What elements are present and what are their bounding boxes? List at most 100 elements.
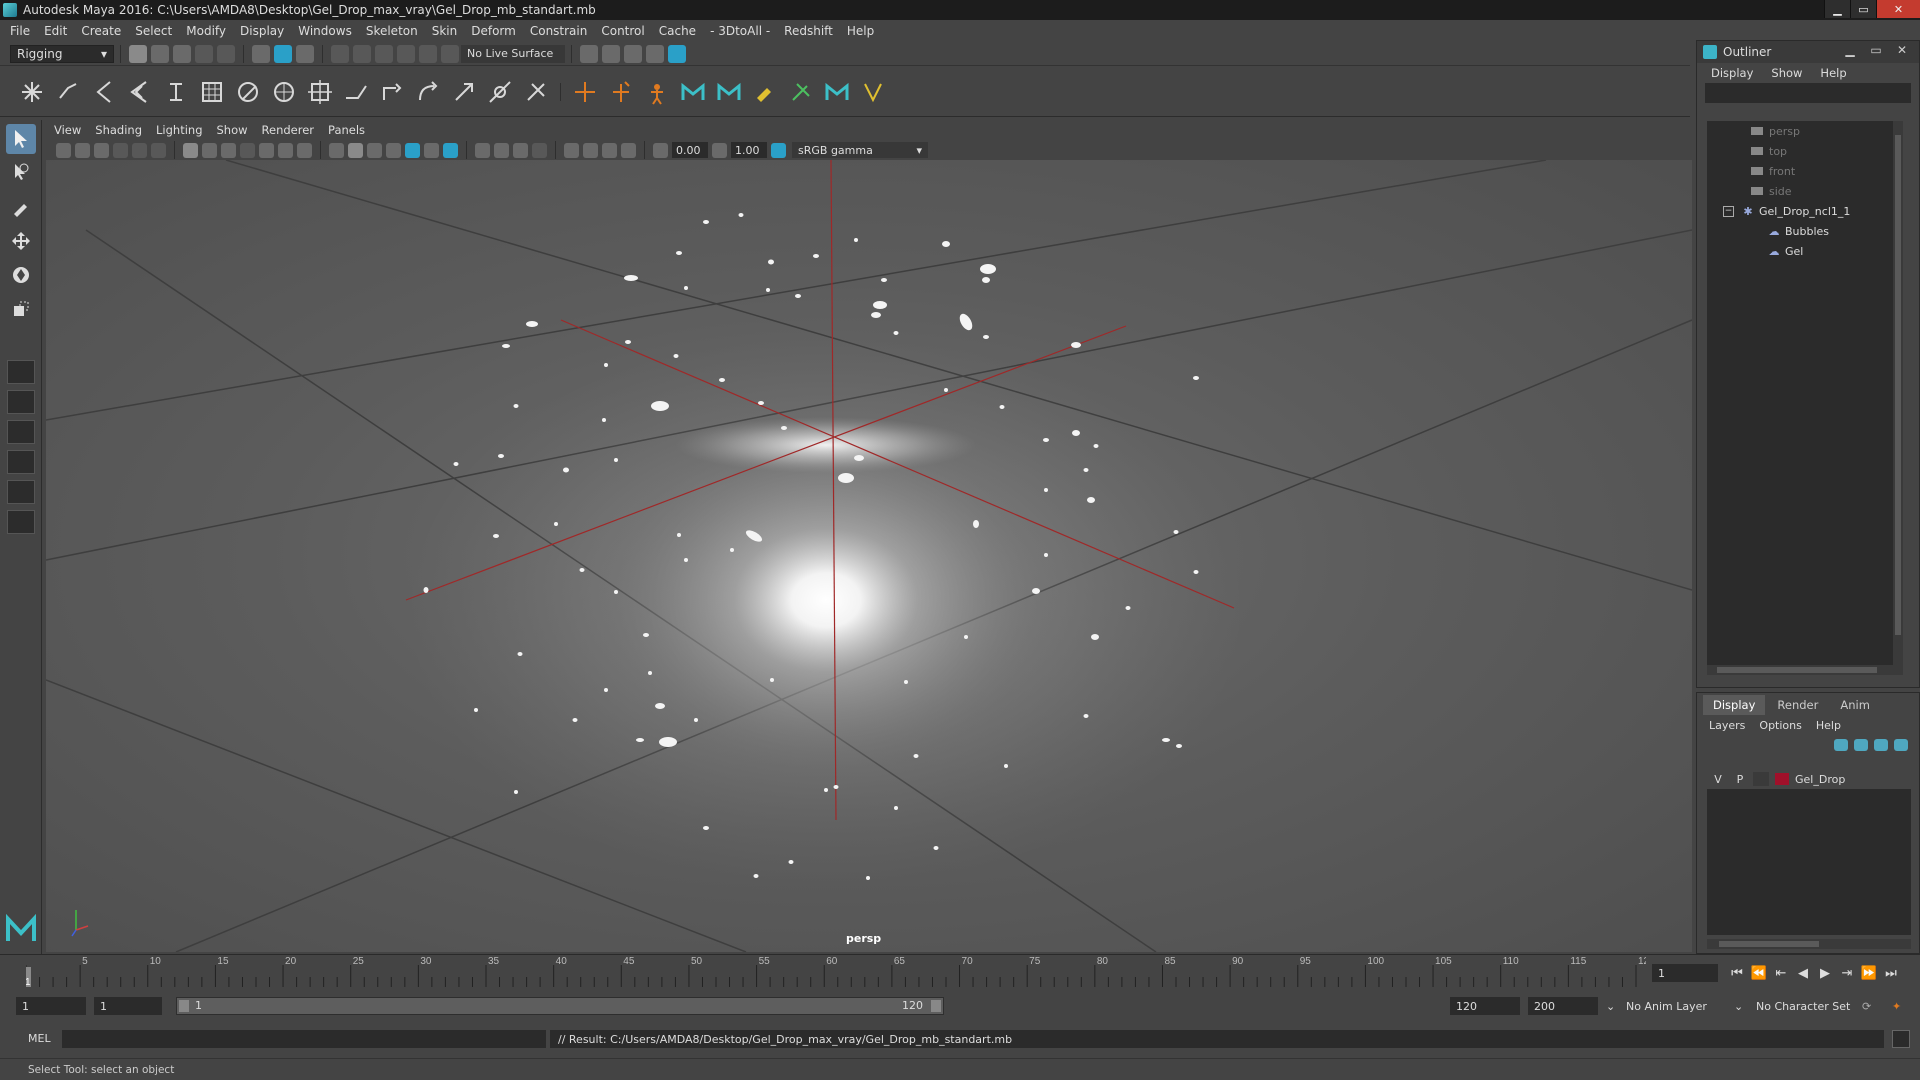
ambient-occlusion-icon[interactable] [443, 142, 458, 158]
outliner-horizontal-scrollbar[interactable] [1707, 665, 1903, 675]
select-tool-icon[interactable] [6, 124, 36, 154]
live-surface-field[interactable]: No Live Surface [461, 44, 565, 63]
film-gate-icon[interactable] [202, 142, 217, 158]
persp-outliner-layout[interactable] [7, 420, 35, 444]
gate-mask-icon[interactable] [240, 142, 255, 158]
menu-control[interactable]: Control [601, 24, 644, 38]
snap-live-icon[interactable] [441, 44, 459, 63]
bookmark-icon[interactable] [94, 142, 109, 158]
humanik-icon[interactable] [162, 78, 190, 106]
select-object-icon[interactable] [274, 44, 292, 63]
undo-icon[interactable] [195, 44, 213, 63]
outliner-vertical-scrollbar[interactable] [1893, 121, 1903, 665]
ipr-render-icon[interactable] [624, 44, 642, 63]
play-forwards-button[interactable]: ▶ [1814, 966, 1836, 981]
menu-create[interactable]: Create [81, 24, 121, 38]
snap-curve-icon[interactable] [353, 44, 371, 63]
outliner-menu-show[interactable]: Show [1771, 66, 1802, 80]
layer-horizontal-scrollbar[interactable] [1707, 939, 1911, 949]
redo-icon[interactable] [217, 44, 235, 63]
safe-action-icon[interactable] [278, 142, 293, 158]
image-plane-icon[interactable] [113, 142, 128, 158]
script-language-toggle[interactable]: MEL [28, 1032, 51, 1045]
panel-menu-shading[interactable]: Shading [95, 123, 142, 137]
wireframe-on-shaded-icon[interactable] [367, 142, 382, 158]
smooth-shade-icon[interactable] [348, 142, 363, 158]
use-all-lights-icon[interactable] [405, 142, 420, 158]
command-input[interactable] [62, 1030, 546, 1048]
render-frame-icon[interactable] [602, 44, 620, 63]
aim-constraint-icon[interactable] [486, 78, 514, 106]
scrollbar-thumb[interactable] [1895, 135, 1901, 635]
step-forward-key-button[interactable]: ⏩ [1858, 966, 1880, 981]
outliner-item-gel-drop-group[interactable]: − ✱ Gel_Drop_ncl1_1 [1707, 201, 1903, 221]
close-button[interactable]: ✕ [1876, 0, 1920, 18]
lasso-tool-icon[interactable] [6, 158, 36, 188]
joint-tool-icon[interactable] [18, 78, 46, 106]
playback-start-field[interactable]: 1 [94, 997, 162, 1015]
render-view-icon[interactable] [646, 44, 664, 63]
redshift-light-icon[interactable] [715, 78, 743, 106]
select-component-icon[interactable] [296, 44, 314, 63]
anim-layer-chevron-icon[interactable]: ⌄ [1606, 997, 1615, 1015]
move-layer-up-icon[interactable] [1834, 739, 1848, 751]
grease-pencil-icon[interactable] [151, 142, 166, 158]
auto-key-icon[interactable]: ⟳ [1862, 997, 1871, 1015]
layer-menu-layers[interactable]: Layers [1709, 719, 1745, 732]
step-back-key-button[interactable]: ⏪ [1748, 966, 1770, 981]
new-scene-icon[interactable] [129, 44, 147, 63]
ik-handle-icon[interactable] [54, 78, 82, 106]
character-set-dropdown[interactable]: No Character Set [1756, 997, 1850, 1015]
save-scene-icon[interactable] [173, 44, 191, 63]
safe-title-icon[interactable] [297, 142, 312, 158]
range-end-handle[interactable] [931, 1000, 941, 1012]
persp-graph-layout[interactable] [7, 450, 35, 474]
outliner-filter-field[interactable] [1705, 83, 1911, 103]
layer-display-type-toggle[interactable] [1753, 772, 1769, 786]
maximize-button[interactable]: ▭ [1850, 0, 1876, 18]
blend-shape-icon[interactable] [270, 78, 298, 106]
step-back-frame-button[interactable]: ⇤ [1770, 966, 1792, 981]
create-empty-layer-icon[interactable] [1874, 739, 1888, 751]
menu-windows[interactable]: Windows [298, 24, 352, 38]
tab-display[interactable]: Display [1703, 695, 1766, 715]
xray-joints-icon[interactable] [583, 142, 598, 158]
create-layer-from-selected-icon[interactable] [1894, 739, 1908, 751]
layer-menu-options[interactable]: Options [1759, 719, 1801, 732]
grid-toggle-icon[interactable] [183, 142, 198, 158]
panel-menu-show[interactable]: Show [217, 123, 248, 137]
tab-anim[interactable]: Anim [1830, 695, 1880, 715]
preferences-icon[interactable]: ✦ [1892, 997, 1901, 1015]
snap-view-icon[interactable] [397, 44, 415, 63]
tab-render[interactable]: Render [1767, 695, 1828, 715]
playback-end-field[interactable]: 120 [1450, 997, 1520, 1015]
outliner-menu-help[interactable]: Help [1820, 66, 1846, 80]
parent-constraint-icon[interactable] [342, 78, 370, 106]
motion-blur-icon[interactable] [475, 142, 490, 158]
layer-visibility-toggle[interactable]: V [1707, 773, 1729, 786]
shadows-icon[interactable] [424, 142, 439, 158]
menu-display[interactable]: Display [240, 24, 284, 38]
exposure-field[interactable]: 0.00 [672, 142, 708, 158]
color-management-icon[interactable] [771, 142, 786, 158]
hud-icon[interactable] [621, 142, 636, 158]
outliner-item-bubbles[interactable]: ☁ Bubbles [1707, 221, 1903, 241]
scale-constraint-icon[interactable] [450, 78, 478, 106]
2d-pan-zoom-icon[interactable] [132, 142, 147, 158]
view-transform-dropdown[interactable]: sRGB gamma ▾ [792, 142, 928, 158]
outliner-maximize-button[interactable]: ▭ [1863, 43, 1889, 57]
panel-menu-panels[interactable]: Panels [328, 123, 365, 137]
menu-deform[interactable]: Deform [471, 24, 516, 38]
menu-skin[interactable]: Skin [432, 24, 458, 38]
textured-icon[interactable] [386, 142, 401, 158]
outliner-item-top[interactable]: top [1707, 141, 1903, 161]
move-tool-icon[interactable] [6, 226, 36, 256]
camera-attributes-icon[interactable] [75, 142, 90, 158]
menu-file[interactable]: File [10, 24, 30, 38]
scale-tool-icon[interactable] [6, 294, 36, 324]
locator-icon[interactable] [571, 78, 599, 106]
menu-select[interactable]: Select [135, 24, 172, 38]
point-constraint-icon[interactable] [378, 78, 406, 106]
hik-skeleton-icon[interactable] [643, 78, 671, 106]
wireframe-icon[interactable] [329, 142, 344, 158]
